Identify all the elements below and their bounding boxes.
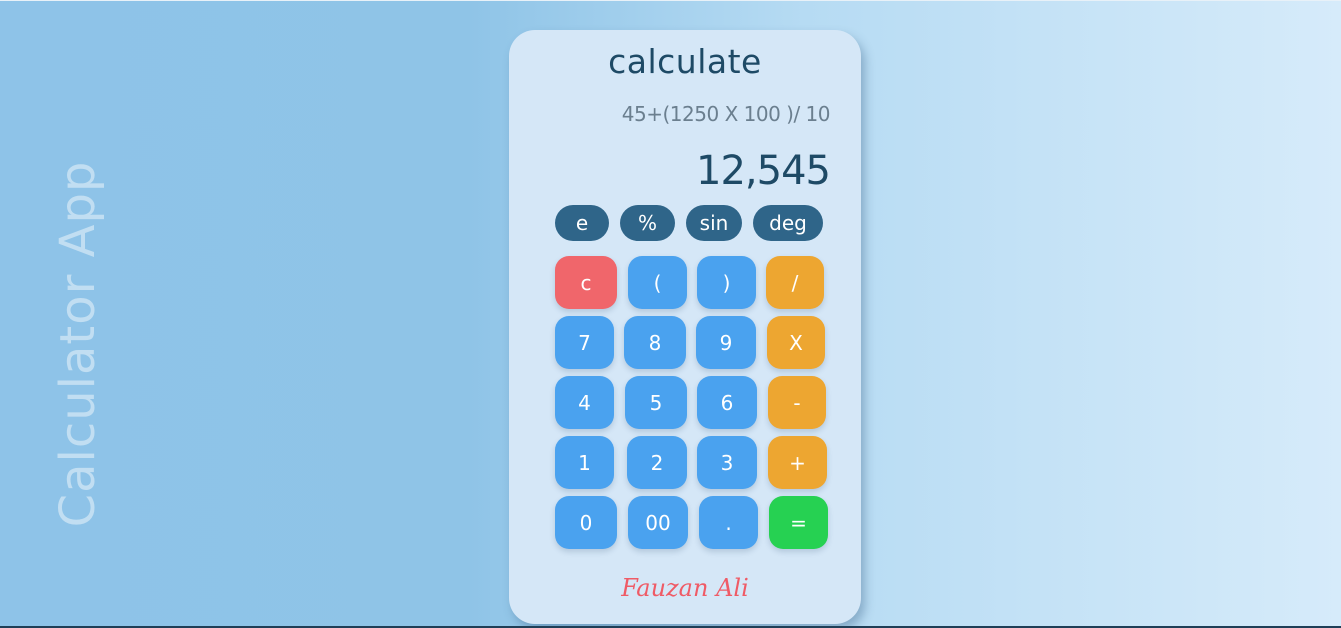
deg-button[interactable]: deg bbox=[753, 205, 823, 241]
double-zero-button[interactable]: 00 bbox=[628, 496, 688, 549]
open-paren-button[interactable]: ( bbox=[628, 256, 687, 309]
multiply-button[interactable]: X bbox=[767, 316, 825, 369]
calculator-card: calculate 45+(1250 X 100 )/ 10 12,545 e … bbox=[509, 30, 861, 624]
expression-display: 45+(1250 X 100 )/ 10 bbox=[621, 102, 831, 126]
seven-button[interactable]: 7 bbox=[555, 316, 614, 369]
sin-button[interactable]: sin bbox=[686, 205, 742, 241]
nine-button[interactable]: 9 bbox=[696, 316, 756, 369]
plus-button[interactable]: + bbox=[768, 436, 827, 489]
minus-button[interactable]: - bbox=[768, 376, 826, 429]
top-border bbox=[0, 0, 1341, 1]
five-button[interactable]: 5 bbox=[625, 376, 687, 429]
three-button[interactable]: 3 bbox=[697, 436, 757, 489]
equals-button[interactable]: = bbox=[769, 496, 828, 549]
zero-button[interactable]: 0 bbox=[555, 496, 617, 549]
app-side-title: Calculator App bbox=[50, 160, 106, 528]
author-signature: Fauzan Ali bbox=[621, 574, 749, 602]
divide-button[interactable]: / bbox=[766, 256, 824, 309]
two-button[interactable]: 2 bbox=[627, 436, 687, 489]
close-paren-button[interactable]: ) bbox=[697, 256, 756, 309]
percent-button[interactable]: % bbox=[620, 205, 675, 241]
eight-button[interactable]: 8 bbox=[624, 316, 686, 369]
one-button[interactable]: 1 bbox=[555, 436, 614, 489]
decimal-button[interactable]: . bbox=[699, 496, 758, 549]
clear-button[interactable]: c bbox=[555, 256, 617, 309]
result-display: 12,545 bbox=[696, 148, 831, 194]
calculator-title: calculate bbox=[608, 42, 762, 81]
e-button[interactable]: e bbox=[555, 205, 609, 241]
four-button[interactable]: 4 bbox=[555, 376, 614, 429]
six-button[interactable]: 6 bbox=[697, 376, 757, 429]
